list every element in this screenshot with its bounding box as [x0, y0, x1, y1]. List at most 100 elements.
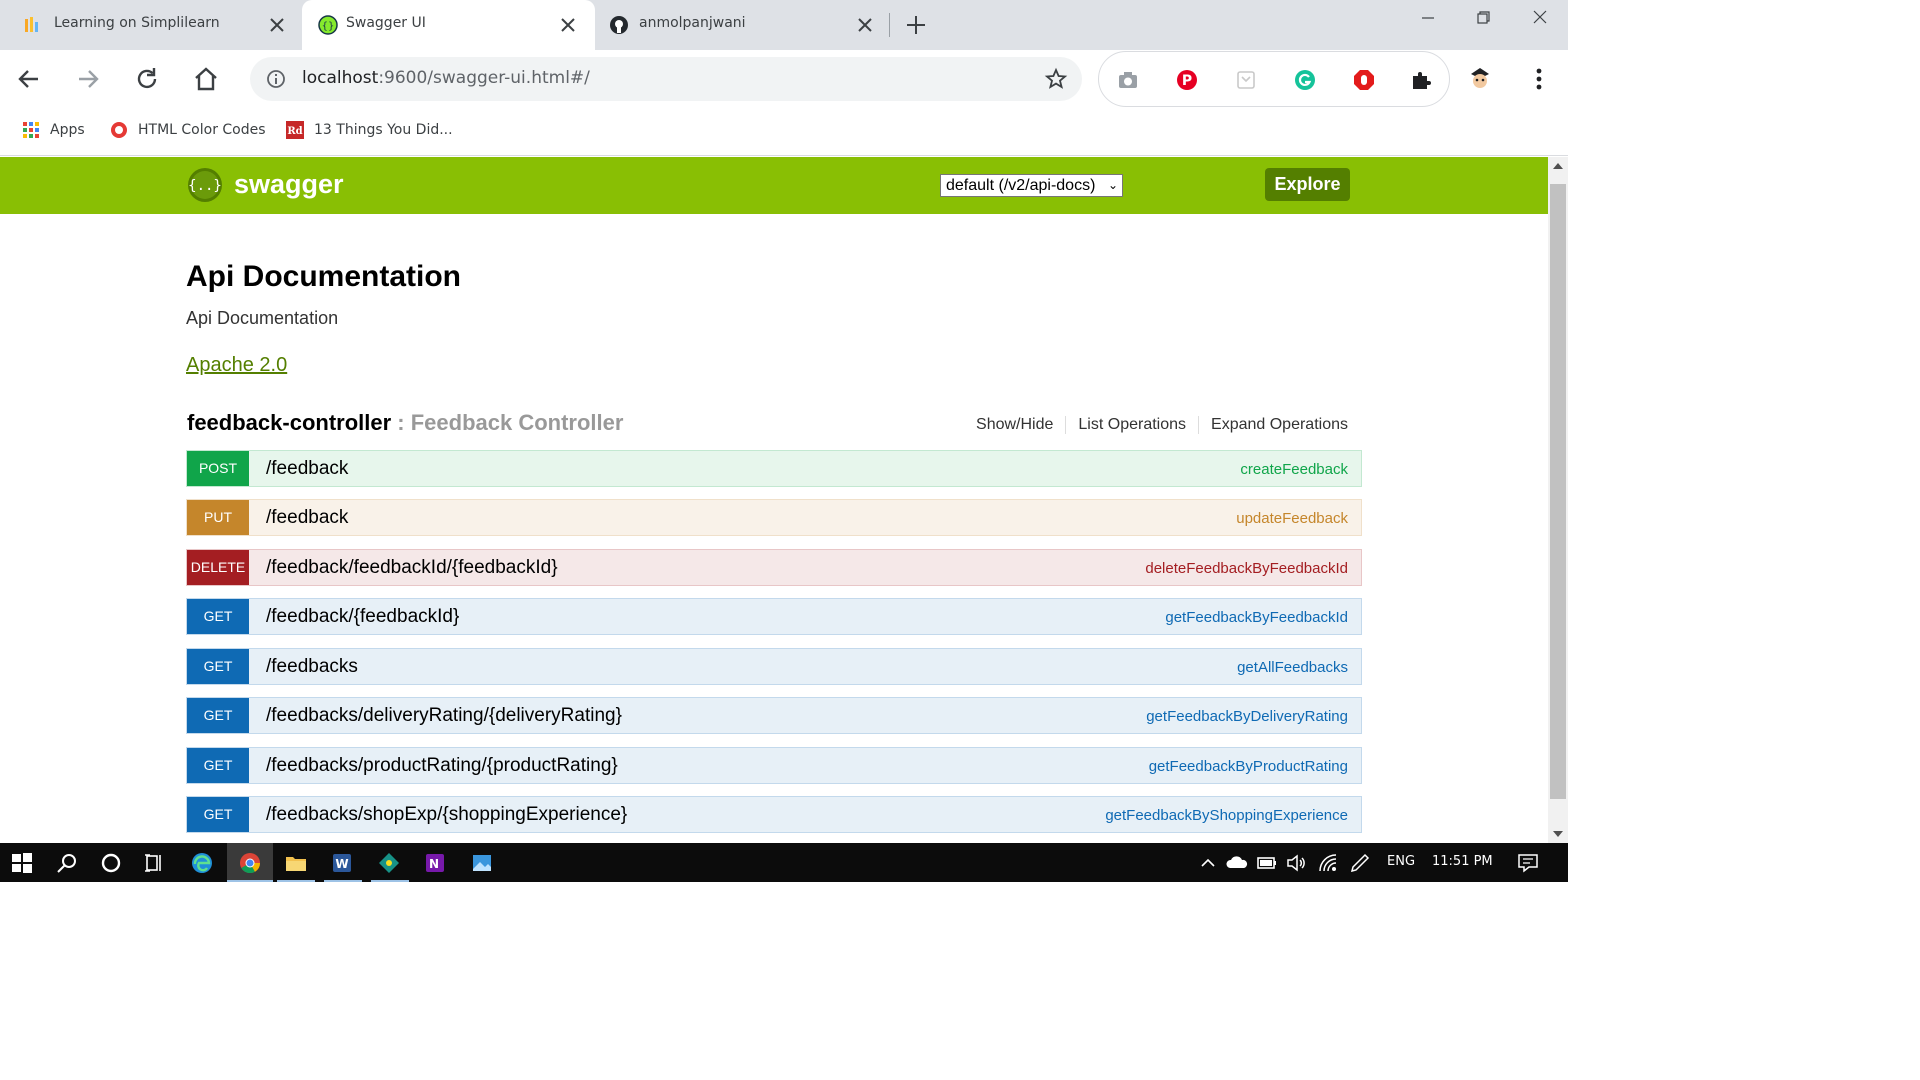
- search-icon[interactable]: [55, 851, 79, 875]
- photos-icon[interactable]: [470, 851, 494, 875]
- operation-nickname[interactable]: deleteFeedbackByFeedbackId: [1145, 560, 1348, 577]
- menu-kebab-icon[interactable]: [1524, 64, 1554, 94]
- scroll-thumb[interactable]: [1550, 184, 1566, 799]
- pocket-icon[interactable]: [1234, 68, 1258, 92]
- operation-row[interactable]: GET /feedbacks/productRating/{productRat…: [186, 747, 1362, 784]
- taskbar-running-underline: [324, 880, 362, 882]
- operation-nickname[interactable]: getFeedbackByShoppingExperience: [1105, 807, 1348, 824]
- scroll-up-arrow-icon[interactable]: [1553, 163, 1563, 169]
- operation-row[interactable]: GET /feedbacks/shopExp/{shoppingExperien…: [186, 796, 1362, 833]
- operation-path[interactable]: /feedback: [266, 507, 348, 529]
- taskbar-active-underline: [227, 880, 273, 882]
- http-method-badge: GET: [187, 698, 249, 733]
- tab-simplilearn[interactable]: Learning on Simplilearn: [0, 0, 302, 50]
- word-icon[interactable]: W: [330, 851, 354, 875]
- volume-icon[interactable]: [1284, 851, 1308, 875]
- tab-title: Learning on Simplilearn: [54, 15, 220, 31]
- minimize-icon[interactable]: [1413, 8, 1443, 28]
- address-bar[interactable]: localhost:9600/swagger-ui.html#/: [250, 57, 1082, 101]
- puzzle-icon[interactable]: [1409, 68, 1433, 92]
- operation-row[interactable]: PUT /feedback updateFeedback: [186, 499, 1362, 536]
- expand-operations-link[interactable]: Expand Operations: [1199, 416, 1348, 434]
- operation-row[interactable]: GET /feedback/{feedbackId} getFeedbackBy…: [186, 598, 1362, 635]
- bookmark-apps[interactable]: Apps: [22, 121, 85, 139]
- operation-path[interactable]: /feedbacks: [266, 656, 358, 678]
- tab-strip: Learning on Simplilearn {} Swagger UI an…: [0, 0, 1568, 50]
- svg-text:P: P: [1182, 73, 1192, 89]
- operation-row[interactable]: GET /feedbacks getAllFeedbacks: [186, 648, 1362, 685]
- tray-expand-icon[interactable]: [1196, 851, 1220, 875]
- http-method-badge: PUT: [187, 500, 249, 535]
- tab-github[interactable]: anmolpanjwani: [595, 0, 888, 50]
- license-link[interactable]: Apache 2.0: [186, 354, 287, 377]
- operation-path[interactable]: /feedbacks/shopExp/{shoppingExperience}: [266, 804, 627, 826]
- operation-nickname[interactable]: getFeedbackByFeedbackId: [1165, 609, 1348, 626]
- explore-button[interactable]: Explore: [1265, 168, 1350, 201]
- tab-swagger-ui[interactable]: {} Swagger UI: [302, 0, 595, 50]
- bookmark-13-things[interactable]: Rd 13 Things You Did...: [286, 121, 453, 139]
- back-icon[interactable]: [14, 64, 44, 94]
- notifications-icon[interactable]: [1516, 851, 1540, 875]
- pen-icon[interactable]: [1348, 851, 1372, 875]
- operation-nickname[interactable]: createFeedback: [1240, 461, 1348, 478]
- operation-row[interactable]: POST /feedback createFeedback: [186, 450, 1362, 487]
- operation-path[interactable]: /feedbacks/productRating/{productRating}: [266, 755, 618, 777]
- bookmark-star-icon[interactable]: [1044, 67, 1068, 91]
- taskbar-running-underline: [371, 880, 409, 882]
- file-explorer-icon[interactable]: [284, 851, 308, 875]
- operation-nickname[interactable]: getFeedbackByDeliveryRating: [1146, 708, 1348, 725]
- grammarly-icon[interactable]: [1293, 68, 1317, 92]
- new-tab-icon[interactable]: [902, 11, 930, 39]
- onenote-icon[interactable]: N: [423, 851, 447, 875]
- operation-path[interactable]: /feedbacks/deliveryRating/{deliveryRatin…: [266, 705, 622, 727]
- operation-nickname[interactable]: getFeedbackByProductRating: [1149, 758, 1348, 775]
- profile-avatar-icon[interactable]: [1465, 64, 1495, 94]
- cortana-icon[interactable]: [99, 851, 123, 875]
- url-path: :9600/swagger-ui.html#/: [378, 68, 590, 88]
- camera-icon[interactable]: [1116, 68, 1140, 92]
- url-host: localhost: [302, 68, 379, 88]
- onedrive-icon[interactable]: [1225, 851, 1249, 875]
- adblock-icon[interactable]: [1352, 68, 1376, 92]
- battery-icon[interactable]: [1255, 851, 1279, 875]
- api-description: Api Documentation: [186, 308, 339, 328]
- home-icon[interactable]: [191, 64, 221, 94]
- restore-icon[interactable]: [1468, 8, 1498, 28]
- forward-icon[interactable]: [73, 64, 103, 94]
- language-indicator[interactable]: ENG: [1387, 854, 1415, 869]
- operation-row[interactable]: DELETE /feedback/feedbackId/{feedbackId}…: [186, 549, 1362, 586]
- operation-nickname[interactable]: getAllFeedbacks: [1237, 659, 1348, 676]
- spec-select[interactable]: default (/v2/api-docs) ⌄: [940, 174, 1123, 197]
- close-tab-icon[interactable]: [854, 14, 876, 36]
- operation-nickname[interactable]: updateFeedback: [1236, 510, 1348, 527]
- edge-icon[interactable]: [190, 851, 214, 875]
- close-tab-icon[interactable]: [557, 14, 579, 36]
- operation-path[interactable]: /feedback: [266, 458, 348, 480]
- bookmarks-bar: Apps HTML Color Codes Rd 13 Things You D…: [0, 108, 1568, 156]
- git-kraken-icon[interactable]: [377, 851, 401, 875]
- svg-text:{..}: {..}: [188, 178, 222, 194]
- show-hide-link[interactable]: Show/Hide: [964, 416, 1067, 434]
- scroll-down-arrow-icon[interactable]: [1553, 831, 1563, 837]
- windows-start-icon[interactable]: [10, 851, 34, 875]
- operation-row[interactable]: GET /feedbacks/deliveryRating/{deliveryR…: [186, 697, 1362, 734]
- close-tab-icon[interactable]: [266, 14, 288, 36]
- clock[interactable]: 11:51 PM: [1432, 854, 1493, 869]
- spec-select-value: default (/v2/api-docs): [946, 177, 1096, 194]
- controller-heading[interactable]: feedback-controller : Feedback Controlle…: [187, 410, 623, 436]
- operation-path[interactable]: /feedback/feedbackId/{feedbackId}: [266, 557, 558, 579]
- window-close-icon[interactable]: [1525, 8, 1555, 28]
- controller-separator: :: [391, 410, 411, 435]
- pinterest-icon[interactable]: P: [1175, 68, 1199, 92]
- task-view-icon[interactable]: [142, 851, 166, 875]
- simplilearn-icon: [25, 17, 38, 32]
- chrome-icon[interactable]: [238, 851, 262, 875]
- list-operations-link[interactable]: List Operations: [1066, 416, 1200, 434]
- bookmark-html-color-codes[interactable]: HTML Color Codes: [110, 121, 266, 139]
- wifi-icon[interactable]: [1316, 851, 1340, 875]
- reload-icon[interactable]: [132, 64, 162, 94]
- site-info-icon[interactable]: [266, 69, 286, 89]
- apps-grid-icon: [23, 122, 39, 138]
- operation-path[interactable]: /feedback/{feedbackId}: [266, 606, 459, 628]
- vertical-scrollbar[interactable]: [1548, 157, 1568, 843]
